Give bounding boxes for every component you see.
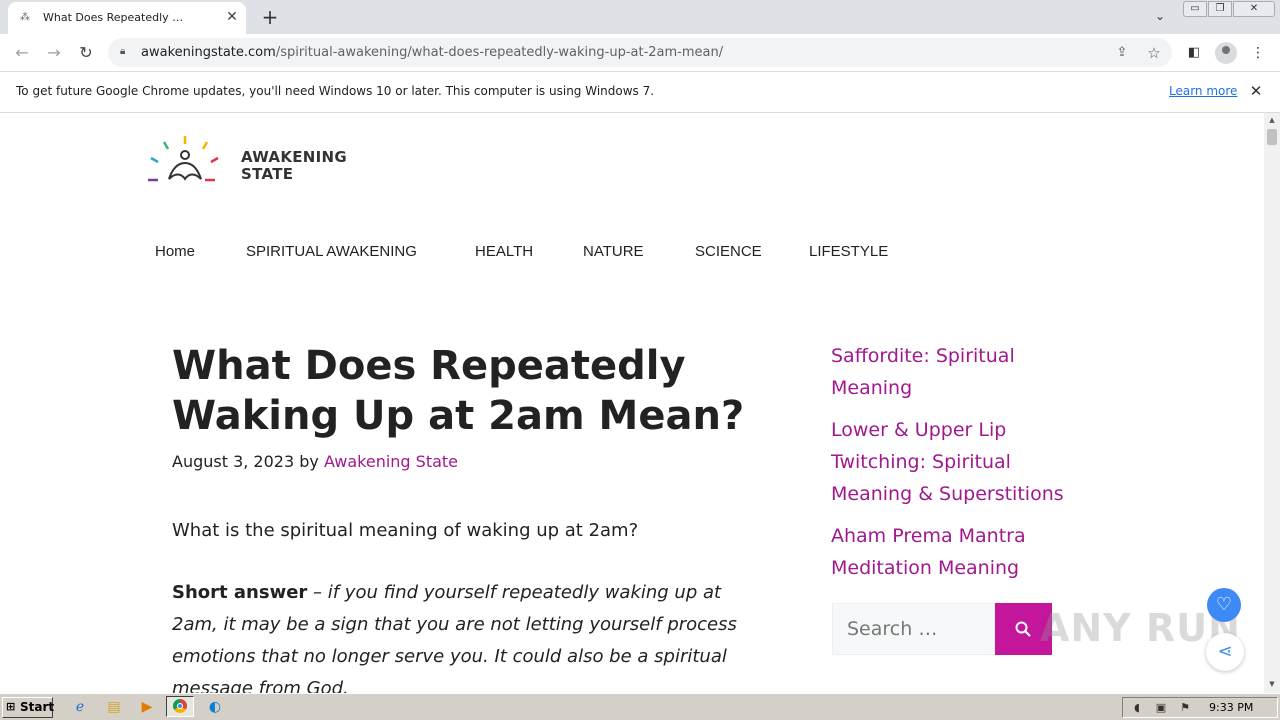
start-button[interactable]: ⊞ Start bbox=[2, 697, 55, 718]
share-button[interactable]: ⋖ bbox=[1206, 633, 1244, 671]
back-arrow-icon[interactable]: ← bbox=[10, 41, 34, 65]
windows-taskbar: ⊞ Start ℯ ▤ ▶ ◐ ◖ ▣ ⚑ 9:33 PM bbox=[0, 693, 1280, 720]
url-path: /spiritual-awakening/what-does-repeatedl… bbox=[275, 45, 724, 60]
share-nodes-icon: ⋖ bbox=[1217, 641, 1233, 662]
edge-icon[interactable]: ◐ bbox=[205, 698, 225, 716]
action-center-flag-icon[interactable]: ⚑ bbox=[1177, 700, 1193, 715]
browser-tab[interactable]: ⁂ What Does Repeatedly Waking Up at 2am … bbox=[8, 2, 246, 34]
address-bar[interactable]: 🔒︎ awakeningstate.com/spiritual-awakenin… bbox=[108, 38, 1172, 67]
tab-search-icon[interactable]: ⌄ bbox=[1150, 6, 1170, 26]
share-icon[interactable]: ⇪ bbox=[1112, 43, 1132, 63]
site-logo[interactable]: AWAKENING STATE bbox=[145, 133, 347, 185]
heart-icon: ♡ bbox=[1215, 594, 1233, 615]
nav-item-health[interactable]: HEALTH bbox=[475, 243, 533, 260]
window-minimize-icon[interactable]: ▭ bbox=[1183, 1, 1207, 17]
media-player-icon[interactable]: ▶ bbox=[137, 698, 157, 716]
post-by: by bbox=[299, 452, 319, 471]
nav-item-lifestyle[interactable]: LIFESTYLE bbox=[809, 243, 888, 260]
url-text[interactable]: awakeningstate.com/spiritual-awakening/w… bbox=[141, 45, 723, 60]
browser-toolbar: ← → ↻ 🔒︎ awakeningstate.com/spiritual-aw… bbox=[0, 34, 1280, 72]
file-explorer-icon[interactable]: ▤ bbox=[104, 698, 124, 716]
tab-title: What Does Repeatedly Waking Up at 2am Me… bbox=[43, 11, 193, 24]
forward-arrow-icon[interactable]: → bbox=[42, 41, 66, 65]
url-domain: awakeningstate.com bbox=[141, 45, 276, 60]
nav-item-nature[interactable]: NATURE bbox=[583, 243, 644, 260]
system-tray: ◖ ▣ ⚑ 9:33 PM bbox=[1122, 697, 1278, 718]
taskbar-clock[interactable]: 9:33 PM bbox=[1209, 701, 1253, 714]
post-meta: August 3, 2023 by Awakening State bbox=[172, 452, 458, 471]
windows-logo-icon: ⊞ bbox=[6, 700, 16, 713]
site-favicon-icon: ⁂ bbox=[20, 12, 30, 23]
volume-icon[interactable]: ◖ bbox=[1129, 700, 1145, 715]
intro-question: What is the spiritual meaning of waking … bbox=[172, 520, 639, 541]
page-scrollbar[interactable]: ▲ ▼ bbox=[1264, 113, 1280, 693]
logo-wordmark: AWAKENING STATE bbox=[241, 149, 347, 183]
sidebar-link-lip-twitching[interactable]: Lower & Upper Lip Twitching: Spiritual M… bbox=[831, 414, 1071, 510]
tab-close-icon[interactable]: ✕ bbox=[223, 8, 241, 26]
search-input[interactable] bbox=[833, 604, 994, 654]
internet-explorer-icon[interactable]: ℯ bbox=[70, 698, 90, 716]
start-label: Start bbox=[20, 700, 55, 714]
profile-avatar-icon[interactable] bbox=[1215, 42, 1237, 64]
infobar-message: To get future Google Chrome updates, you… bbox=[16, 84, 655, 98]
new-tab-icon[interactable]: + bbox=[258, 5, 282, 29]
short-answer-dash: – bbox=[307, 582, 328, 603]
nav-item-science[interactable]: SCIENCE bbox=[695, 243, 762, 260]
scroll-thumb[interactable] bbox=[1267, 129, 1277, 145]
sidebar-link-saffordite[interactable]: Saffordite: Spiritual Meaning bbox=[831, 340, 1071, 404]
update-infobar: To get future Google Chrome updates, you… bbox=[0, 72, 1280, 113]
chrome-taskbar-icon[interactable] bbox=[166, 696, 194, 717]
scroll-down-arrow-icon[interactable]: ▼ bbox=[1264, 679, 1280, 689]
sidebar-search-box bbox=[832, 603, 995, 655]
post-title: What Does Repeatedly Waking Up at 2am Me… bbox=[172, 343, 745, 439]
bookmark-star-icon[interactable]: ☆ bbox=[1144, 43, 1164, 63]
web-page: AWAKENING STATE Home SPIRITUAL AWAKENING… bbox=[0, 113, 1264, 693]
short-answer-paragraph: Short answer – if you find yourself repe… bbox=[172, 577, 752, 693]
lock-icon[interactable]: 🔒︎ bbox=[120, 46, 130, 58]
infobar-learn-more-link[interactable]: Learn more bbox=[1169, 84, 1237, 98]
more-menu-icon[interactable]: ⋮ bbox=[1248, 43, 1268, 63]
logo-line-2: STATE bbox=[241, 165, 294, 183]
post-author-link[interactable]: Awakening State bbox=[324, 452, 458, 471]
infobar-close-icon[interactable]: ✕ bbox=[1247, 82, 1265, 100]
short-answer-label: Short answer bbox=[172, 582, 308, 603]
favorite-button[interactable]: ♡ bbox=[1207, 588, 1241, 622]
window-close-icon[interactable]: ✕ bbox=[1233, 1, 1275, 17]
tab-strip: ⁂ What Does Repeatedly Waking Up at 2am … bbox=[0, 0, 1280, 34]
meditation-logo-icon bbox=[148, 136, 219, 182]
logo-line-1: AWAKENING bbox=[241, 148, 347, 166]
scroll-up-arrow-icon[interactable]: ▲ bbox=[1264, 115, 1280, 125]
sidebar-link-aham-prema[interactable]: Aham Prema Mantra Meditation Meaning bbox=[831, 520, 1071, 584]
search-icon bbox=[1015, 621, 1031, 637]
network-icon[interactable]: ▣ bbox=[1153, 700, 1169, 715]
post-date: August 3, 2023 bbox=[172, 452, 295, 471]
side-panel-icon[interactable]: ◧ bbox=[1184, 43, 1204, 63]
window-restore-icon[interactable]: ❐ bbox=[1208, 1, 1232, 17]
reload-icon[interactable]: ↻ bbox=[74, 41, 98, 65]
nav-item-spiritual-awakening[interactable]: SPIRITUAL AWAKENING bbox=[246, 243, 417, 260]
nav-item-home[interactable]: Home bbox=[155, 243, 195, 260]
